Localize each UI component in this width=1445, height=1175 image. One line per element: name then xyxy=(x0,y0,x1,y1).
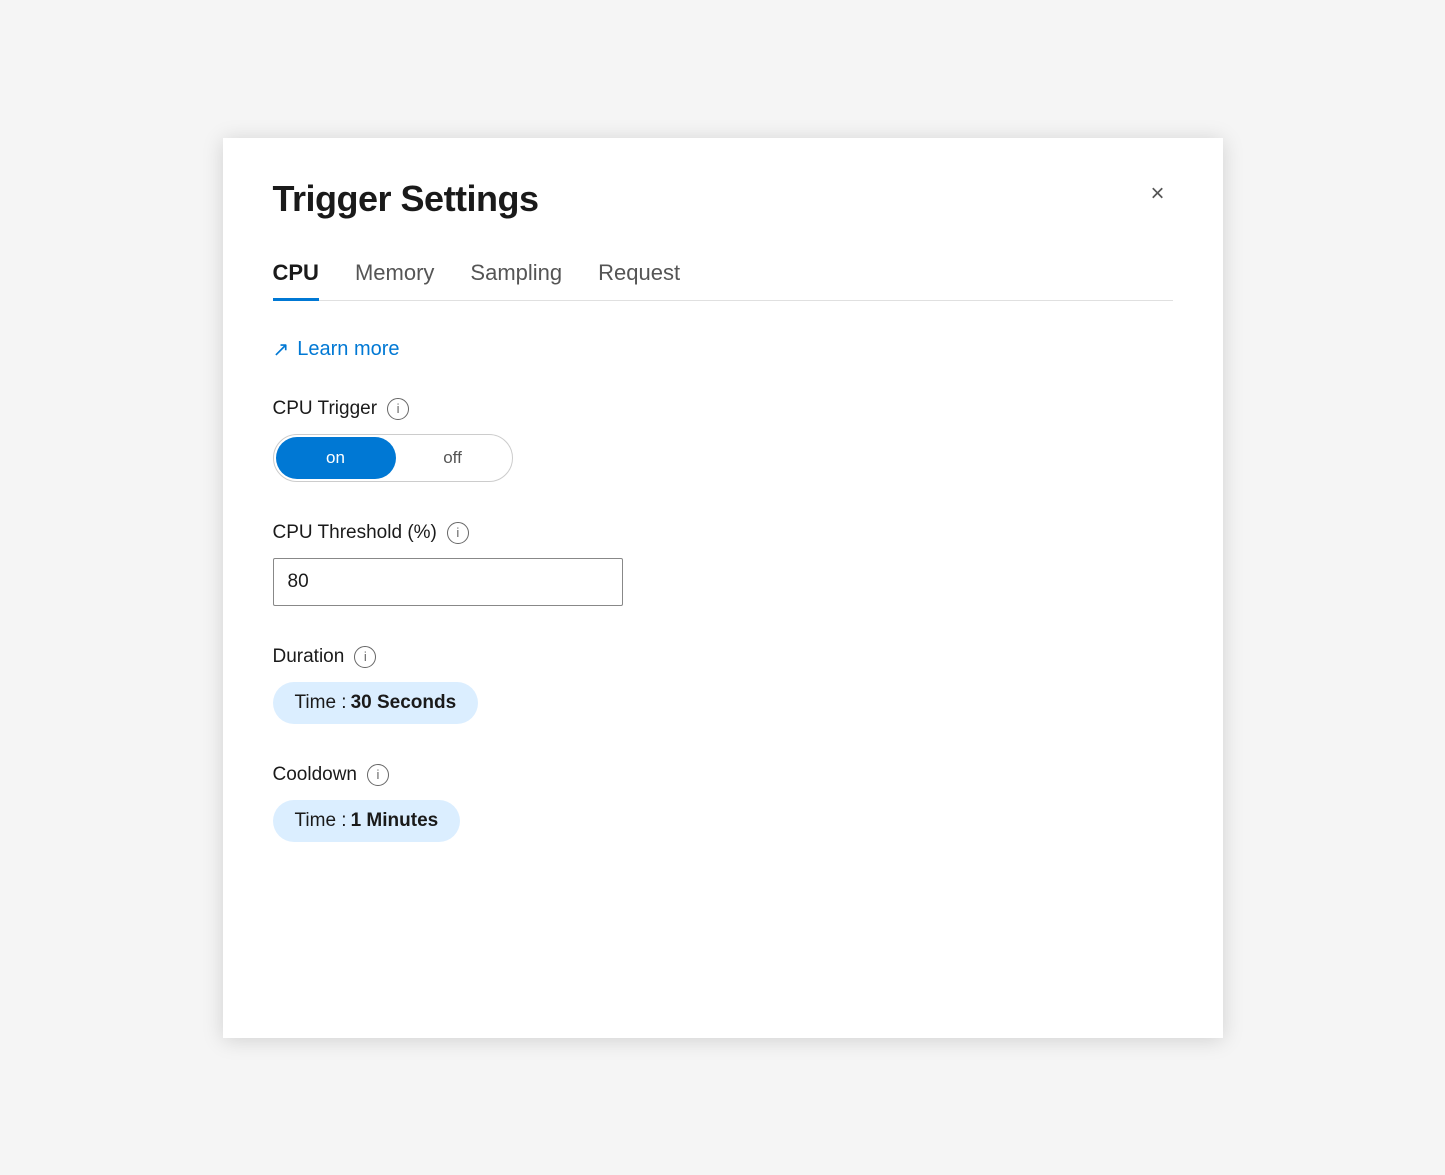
tab-cpu[interactable]: CPU xyxy=(273,260,319,301)
dialog-header: Trigger Settings × xyxy=(273,178,1173,220)
toggle-off-option: off xyxy=(398,448,508,468)
dialog-title: Trigger Settings xyxy=(273,178,539,220)
learn-more-link[interactable]: ↗ Learn more xyxy=(273,337,1173,362)
duration-time-badge[interactable]: Time : 30 Seconds xyxy=(273,682,479,724)
tab-request[interactable]: Request xyxy=(598,260,680,301)
trigger-settings-dialog: Trigger Settings × CPU Memory Sampling R… xyxy=(223,138,1223,1038)
cooldown-info-icon[interactable]: i xyxy=(367,764,389,786)
duration-section: Duration i Time : 30 Seconds xyxy=(273,646,1173,724)
cpu-threshold-info-icon[interactable]: i xyxy=(447,522,469,544)
duration-time-prefix: Time : xyxy=(295,692,347,714)
cpu-threshold-label-row: CPU Threshold (%) i xyxy=(273,522,1173,544)
duration-label-row: Duration i xyxy=(273,646,1173,668)
cpu-trigger-label: CPU Trigger xyxy=(273,398,378,420)
cooldown-section: Cooldown i Time : 1 Minutes xyxy=(273,764,1173,842)
cooldown-label: Cooldown xyxy=(273,764,358,786)
cpu-threshold-section: CPU Threshold (%) i xyxy=(273,522,1173,606)
tabs-container: CPU Memory Sampling Request xyxy=(273,260,1173,301)
duration-label: Duration xyxy=(273,646,345,668)
external-link-icon: ↗ xyxy=(273,337,290,362)
learn-more-label: Learn more xyxy=(297,338,399,361)
duration-info-icon[interactable]: i xyxy=(354,646,376,668)
cooldown-label-row: Cooldown i xyxy=(273,764,1173,786)
cpu-threshold-label: CPU Threshold (%) xyxy=(273,522,437,544)
duration-time-value: 30 Seconds xyxy=(351,692,457,714)
cpu-trigger-info-icon[interactable]: i xyxy=(387,398,409,420)
cpu-trigger-section: CPU Trigger i on off xyxy=(273,398,1173,482)
cooldown-time-prefix: Time : xyxy=(295,810,347,832)
cpu-threshold-input[interactable] xyxy=(273,558,623,606)
close-button[interactable]: × xyxy=(1142,178,1172,210)
tab-memory[interactable]: Memory xyxy=(355,260,434,301)
cpu-trigger-label-row: CPU Trigger i xyxy=(273,398,1173,420)
cpu-trigger-toggle[interactable]: on off xyxy=(273,434,513,482)
toggle-on-option: on xyxy=(276,437,396,479)
cooldown-time-badge[interactable]: Time : 1 Minutes xyxy=(273,800,461,842)
cooldown-time-value: 1 Minutes xyxy=(351,810,439,832)
tab-sampling[interactable]: Sampling xyxy=(470,260,562,301)
